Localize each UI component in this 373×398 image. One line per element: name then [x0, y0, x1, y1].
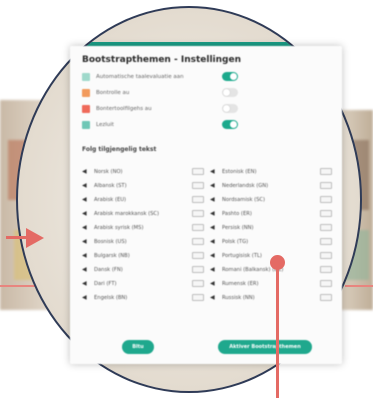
close-button[interactable]: Bltu [122, 340, 154, 354]
speaker-icon: ◀ [82, 195, 87, 203]
speaker-icon: ◀ [210, 251, 215, 259]
setting-icon [82, 121, 90, 129]
language-badge [320, 266, 332, 273]
language-badge [192, 238, 204, 245]
speaker-icon: ◀ [82, 251, 87, 259]
speaker-icon: ◀ [82, 223, 87, 231]
language-badge [192, 252, 204, 259]
language-badge [192, 210, 204, 217]
setting-row: Bontrolle au [82, 87, 238, 99]
annotation-arrowhead-left [26, 228, 44, 248]
setting-row: Lezluit [82, 119, 238, 131]
language-badge [320, 238, 332, 245]
language-item[interactable]: ◀ Arabisk marokkansk (SC) [82, 208, 206, 219]
language-badge [320, 294, 332, 301]
language-item[interactable]: ◀ Polsk (TG) [210, 236, 334, 247]
language-item[interactable]: ◀ Bosnisk (US) [82, 236, 206, 247]
setting-label: Lezluit [96, 122, 114, 128]
language-badge [320, 196, 332, 203]
language-item[interactable]: ◀ Arabisk (EU) [82, 194, 206, 205]
language-badge [320, 280, 332, 287]
speaker-icon: ◀ [210, 167, 215, 175]
language-badge [320, 182, 332, 189]
settings-dialog: Bootstrapthemen - Instellingen Automatis… [70, 46, 342, 364]
language-item[interactable]: ◀ Estonisk (EN) [210, 166, 334, 177]
setting-toggle[interactable] [222, 72, 238, 81]
section-title: Folg tilgjengelig tekst [82, 146, 157, 153]
language-badge [192, 224, 204, 231]
language-item[interactable]: ◀ Rumensk (ER) [210, 278, 334, 289]
setting-label: Bontertoolfilgehs au [96, 106, 152, 112]
setting-toggle[interactable] [222, 120, 238, 129]
activate-button[interactable]: Aktiver Bootstrapthemen [218, 340, 312, 354]
setting-label: Bontrolle au [96, 90, 130, 96]
language-item[interactable]: ◀ Pashto (ER) [210, 208, 334, 219]
speaker-icon: ◀ [210, 279, 215, 287]
language-badge [320, 252, 332, 259]
language-badge [192, 196, 204, 203]
annotation-arrow-left [6, 236, 28, 239]
language-item[interactable]: ◀ Nordsamisk (SC) [210, 194, 334, 205]
setting-row: Automatische taalevaluatie aan [82, 71, 238, 83]
speaker-icon: ◀ [82, 167, 87, 175]
language-item[interactable]: ◀ Dansk (FN) [82, 264, 206, 275]
setting-toggle[interactable] [222, 88, 238, 97]
language-item[interactable]: ◀ Norsk (NO) [82, 166, 206, 177]
annotation-line-right [345, 285, 373, 287]
annotation-pointer-dot [270, 255, 285, 270]
language-item[interactable]: ◀ Bulgarsk (NB) [82, 250, 206, 261]
speaker-icon: ◀ [82, 265, 87, 273]
speaker-icon: ◀ [210, 195, 215, 203]
language-badge [192, 182, 204, 189]
annotation-arrow-bottom [276, 262, 279, 398]
speaker-icon: ◀ [82, 209, 87, 217]
speaker-icon: ◀ [210, 181, 215, 189]
language-item[interactable]: ◀ Russisk (NN) [210, 292, 334, 303]
language-item[interactable]: ◀ Dari (FT) [82, 278, 206, 289]
speaker-icon: ◀ [210, 223, 215, 231]
speaker-icon: ◀ [82, 279, 87, 287]
language-item[interactable]: ◀ Nederlandsk (GN) [210, 180, 334, 191]
language-badge [192, 280, 204, 287]
setting-label: Automatische taalevaluatie aan [96, 74, 184, 80]
setting-toggle[interactable] [222, 104, 238, 113]
language-badge [192, 294, 204, 301]
speaker-icon: ◀ [82, 293, 87, 301]
language-item[interactable]: ◀ Albansk (ST) [82, 180, 206, 191]
speaker-icon: ◀ [210, 237, 215, 245]
language-badge [320, 168, 332, 175]
speaker-icon: ◀ [82, 237, 87, 245]
dialog-title: Bootstrapthemen - Instellingen [82, 55, 241, 65]
setting-checkbox-icon [82, 73, 90, 81]
setting-icon [82, 105, 90, 113]
language-badge [192, 168, 204, 175]
language-item[interactable]: ◀ Arabisk syrisk (MS) [82, 222, 206, 233]
language-item[interactable]: ◀ Persisk (NN) [210, 222, 334, 233]
language-badge [192, 266, 204, 273]
language-item[interactable]: ◀ Engelsk (BN) [82, 292, 206, 303]
setting-icon [82, 89, 90, 97]
language-badge [320, 224, 332, 231]
speaker-icon: ◀ [210, 265, 215, 273]
speaker-icon: ◀ [210, 293, 215, 301]
speaker-icon: ◀ [210, 209, 215, 217]
setting-row: Bontertoolfilgehs au [82, 103, 238, 115]
speaker-icon: ◀ [82, 181, 87, 189]
language-badge [320, 210, 332, 217]
